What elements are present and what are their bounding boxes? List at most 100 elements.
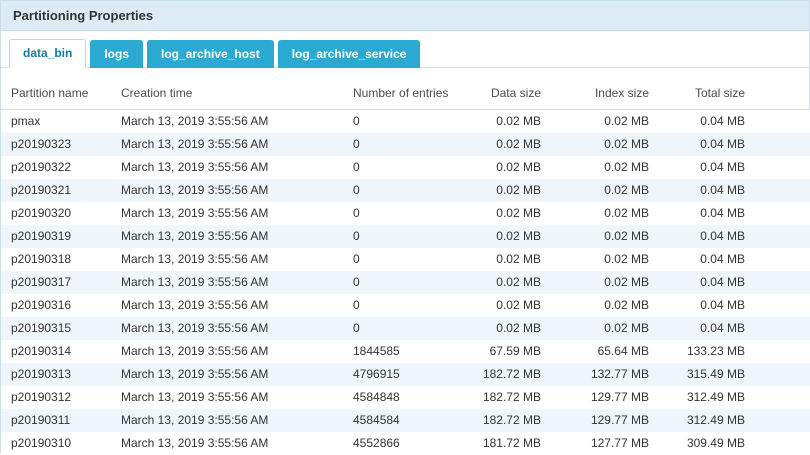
cell-total-size: 312.49 MB [649, 409, 810, 432]
cell-creation-time: March 13, 2019 3:55:56 AM [121, 202, 353, 225]
table-row: p20190312 March 13, 2019 3:55:56 AM 4584… [1, 386, 810, 409]
cell-creation-time: March 13, 2019 3:55:56 AM [121, 409, 353, 432]
cell-data-size: 0.02 MB [473, 225, 541, 248]
table-row: p20190314 March 13, 2019 3:55:56 AM 1844… [1, 340, 810, 363]
cell-data-size: 182.72 MB [473, 409, 541, 432]
table-row: p20190316 March 13, 2019 3:55:56 AM 0 0.… [1, 294, 810, 317]
cell-partition-name: p20190315 [1, 317, 121, 340]
cell-data-size: 182.72 MB [473, 386, 541, 409]
cell-creation-time: March 13, 2019 3:55:56 AM [121, 363, 353, 386]
cell-data-size: 0.02 MB [473, 294, 541, 317]
cell-partition-name: p20190313 [1, 363, 121, 386]
cell-data-size: 181.72 MB [473, 432, 541, 455]
cell-creation-time: March 13, 2019 3:55:56 AM [121, 432, 353, 455]
column-header-partition-name: Partition name [1, 80, 121, 110]
cell-index-size: 0.02 MB [541, 271, 649, 294]
table-row: p20190320 March 13, 2019 3:55:56 AM 0 0.… [1, 202, 810, 225]
partitioning-properties-panel: Partitioning Properties data_bin logs lo… [0, 0, 810, 453]
cell-data-size: 0.02 MB [473, 271, 541, 294]
cell-number-of-entries: 0 [353, 179, 473, 202]
cell-number-of-entries: 0 [353, 110, 473, 133]
column-header-data-size: Data size [473, 80, 541, 110]
cell-creation-time: March 13, 2019 3:55:56 AM [121, 156, 353, 179]
cell-creation-time: March 13, 2019 3:55:56 AM [121, 386, 353, 409]
cell-index-size: 129.77 MB [541, 409, 649, 432]
cell-creation-time: March 13, 2019 3:55:56 AM [121, 179, 353, 202]
cell-creation-time: March 13, 2019 3:55:56 AM [121, 294, 353, 317]
table-row: p20190318 March 13, 2019 3:55:56 AM 0 0.… [1, 248, 810, 271]
table-row: p20190313 March 13, 2019 3:55:56 AM 4796… [1, 363, 810, 386]
cell-number-of-entries: 0 [353, 248, 473, 271]
cell-number-of-entries: 0 [353, 225, 473, 248]
cell-data-size: 0.02 MB [473, 248, 541, 271]
cell-number-of-entries: 0 [353, 271, 473, 294]
cell-creation-time: March 13, 2019 3:55:56 AM [121, 133, 353, 156]
table-row: p20190319 March 13, 2019 3:55:56 AM 0 0.… [1, 225, 810, 248]
cell-total-size: 0.04 MB [649, 202, 810, 225]
cell-index-size: 0.02 MB [541, 248, 649, 271]
cell-index-size: 0.02 MB [541, 225, 649, 248]
cell-number-of-entries: 4552866 [353, 432, 473, 455]
cell-number-of-entries: 0 [353, 294, 473, 317]
cell-total-size: 0.04 MB [649, 179, 810, 202]
cell-partition-name: p20190312 [1, 386, 121, 409]
cell-index-size: 0.02 MB [541, 317, 649, 340]
tab-log-archive-host[interactable]: log_archive_host [147, 40, 274, 68]
cell-number-of-entries: 4796915 [353, 363, 473, 386]
cell-total-size: 0.04 MB [649, 110, 810, 133]
cell-data-size: 0.02 MB [473, 156, 541, 179]
tab-data-bin[interactable]: data_bin [9, 39, 86, 68]
cell-number-of-entries: 4584584 [353, 409, 473, 432]
cell-total-size: 309.49 MB [649, 432, 810, 455]
cell-data-size: 0.02 MB [473, 133, 541, 156]
cell-partition-name: pmax [1, 110, 121, 133]
cell-number-of-entries: 0 [353, 133, 473, 156]
cell-creation-time: March 13, 2019 3:55:56 AM [121, 271, 353, 294]
table-row: p20190311 March 13, 2019 3:55:56 AM 4584… [1, 409, 810, 432]
column-header-total-size: Total size [649, 80, 810, 110]
cell-index-size: 0.02 MB [541, 156, 649, 179]
cell-total-size: 315.49 MB [649, 363, 810, 386]
cell-partition-name: p20190319 [1, 225, 121, 248]
table-row: pmax March 13, 2019 3:55:56 AM 0 0.02 MB… [1, 110, 810, 133]
cell-creation-time: March 13, 2019 3:55:56 AM [121, 317, 353, 340]
cell-index-size: 65.64 MB [541, 340, 649, 363]
cell-index-size: 132.77 MB [541, 363, 649, 386]
cell-number-of-entries: 0 [353, 317, 473, 340]
cell-partition-name: p20190310 [1, 432, 121, 455]
cell-total-size: 0.04 MB [649, 294, 810, 317]
cell-data-size: 0.02 MB [473, 202, 541, 225]
cell-partition-name: p20190316 [1, 294, 121, 317]
cell-total-size: 0.04 MB [649, 271, 810, 294]
cell-data-size: 182.72 MB [473, 363, 541, 386]
table-row: p20190310 March 13, 2019 3:55:56 AM 4552… [1, 432, 810, 455]
cell-index-size: 127.77 MB [541, 432, 649, 455]
cell-creation-time: March 13, 2019 3:55:56 AM [121, 225, 353, 248]
tab-logs[interactable]: logs [90, 40, 143, 68]
tab-log-archive-service[interactable]: log_archive_service [278, 40, 421, 68]
cell-number-of-entries: 1844585 [353, 340, 473, 363]
cell-index-size: 0.02 MB [541, 179, 649, 202]
cell-partition-name: p20190323 [1, 133, 121, 156]
cell-partition-name: p20190314 [1, 340, 121, 363]
cell-creation-time: March 13, 2019 3:55:56 AM [121, 110, 353, 133]
cell-total-size: 0.04 MB [649, 317, 810, 340]
cell-partition-name: p20190317 [1, 271, 121, 294]
cell-total-size: 0.04 MB [649, 248, 810, 271]
cell-partition-name: p20190320 [1, 202, 121, 225]
partitions-table: Partition name Creation time Number of e… [1, 80, 810, 455]
cell-index-size: 0.02 MB [541, 202, 649, 225]
column-header-number-of-entries: Number of entries [353, 80, 473, 110]
table-row: p20190315 March 13, 2019 3:55:56 AM 0 0.… [1, 317, 810, 340]
table-row: p20190323 March 13, 2019 3:55:56 AM 0 0.… [1, 133, 810, 156]
column-header-index-size: Index size [541, 80, 649, 110]
cell-data-size: 0.02 MB [473, 110, 541, 133]
cell-index-size: 129.77 MB [541, 386, 649, 409]
cell-data-size: 0.02 MB [473, 317, 541, 340]
cell-total-size: 0.04 MB [649, 156, 810, 179]
cell-total-size: 0.04 MB [649, 133, 810, 156]
column-header-creation-time: Creation time [121, 80, 353, 110]
cell-number-of-entries: 4584848 [353, 386, 473, 409]
table-row: p20190317 March 13, 2019 3:55:56 AM 0 0.… [1, 271, 810, 294]
table-row: p20190321 March 13, 2019 3:55:56 AM 0 0.… [1, 179, 810, 202]
